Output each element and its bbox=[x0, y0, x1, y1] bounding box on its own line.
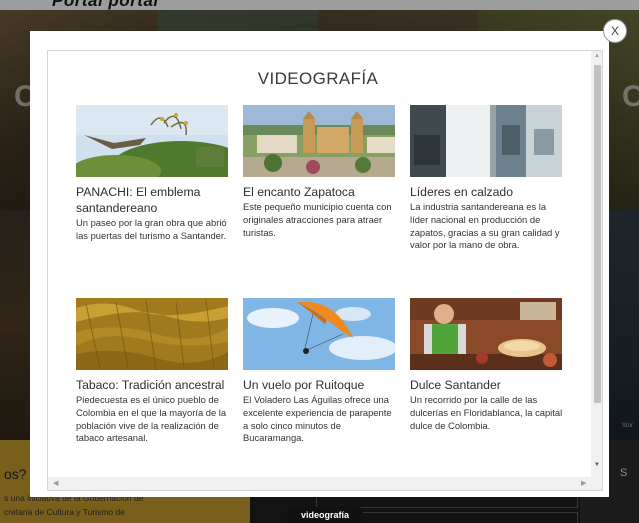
video-title[interactable]: El encanto Zapatoca bbox=[243, 184, 398, 200]
modal-scroll-area[interactable]: VIDEOGRAFÍA PANACHI: El emblema santande… bbox=[47, 50, 603, 491]
video-thumbnail[interactable] bbox=[410, 105, 562, 177]
video-thumbnail[interactable] bbox=[243, 298, 395, 370]
video-description: Un recorrido por la calle de las dulcerí… bbox=[410, 394, 563, 431]
close-icon: X bbox=[610, 24, 619, 38]
video-card[interactable]: Un vuelo por Ruitoque El Voladero Las Ág… bbox=[243, 298, 398, 445]
chevron-down-icon[interactable]: ▼ bbox=[594, 462, 600, 468]
video-thumbnail[interactable] bbox=[243, 105, 395, 177]
vertical-scrollbar[interactable]: ▲ ▼ bbox=[591, 51, 602, 477]
horizontal-scrollbar[interactable]: ◀ ▶ bbox=[48, 477, 591, 490]
video-description: Este pequeño municipio cuenta con origin… bbox=[243, 201, 392, 238]
video-description: La industria santandereana es la líder n… bbox=[410, 201, 560, 251]
video-description: Piedecuesta es el único pueblo de Colomb… bbox=[76, 394, 227, 444]
video-thumbnail[interactable] bbox=[76, 105, 228, 177]
video-card[interactable]: Tabaco: Tradición ancestral Piedecuesta … bbox=[76, 298, 231, 445]
chevron-up-icon[interactable]: ▲ bbox=[594, 53, 600, 59]
chevron-right-icon[interactable]: ▶ bbox=[581, 479, 586, 487]
video-title[interactable]: Tabaco: Tradición ancestral bbox=[76, 377, 231, 393]
video-description: Un paseo por la gran obra que abrió las … bbox=[76, 217, 227, 241]
video-gallery-modal: VIDEOGRAFÍA PANACHI: El emblema santande… bbox=[30, 31, 609, 497]
close-button[interactable]: X bbox=[603, 19, 627, 43]
scroll-corner bbox=[591, 477, 602, 490]
vertical-scroll-thumb[interactable] bbox=[594, 65, 601, 403]
video-card[interactable]: Líderes en calzado La industria santande… bbox=[410, 105, 565, 252]
video-thumbnail[interactable] bbox=[410, 298, 562, 370]
chevron-left-icon[interactable]: ◀ bbox=[53, 479, 58, 487]
video-card[interactable]: Dulce Santander Un recorrido por la call… bbox=[410, 298, 565, 432]
video-title[interactable]: PANACHI: El emblema santandereano bbox=[76, 184, 231, 216]
video-title[interactable]: Líderes en calzado bbox=[410, 184, 565, 200]
video-title[interactable]: Un vuelo por Ruitoque bbox=[243, 377, 398, 393]
video-thumbnail[interactable] bbox=[76, 298, 228, 370]
video-description: El Voladero Las Águilas ofrece una excel… bbox=[243, 394, 392, 444]
video-card[interactable]: El encanto Zapatoca Este pequeño municip… bbox=[243, 105, 398, 239]
video-card[interactable]: PANACHI: El emblema santandereano Un pas… bbox=[76, 105, 231, 243]
videografia-tab[interactable]: videografía bbox=[287, 507, 363, 523]
modal-title: VIDEOGRAFÍA bbox=[257, 69, 379, 88]
video-title[interactable]: Dulce Santander bbox=[410, 377, 565, 393]
